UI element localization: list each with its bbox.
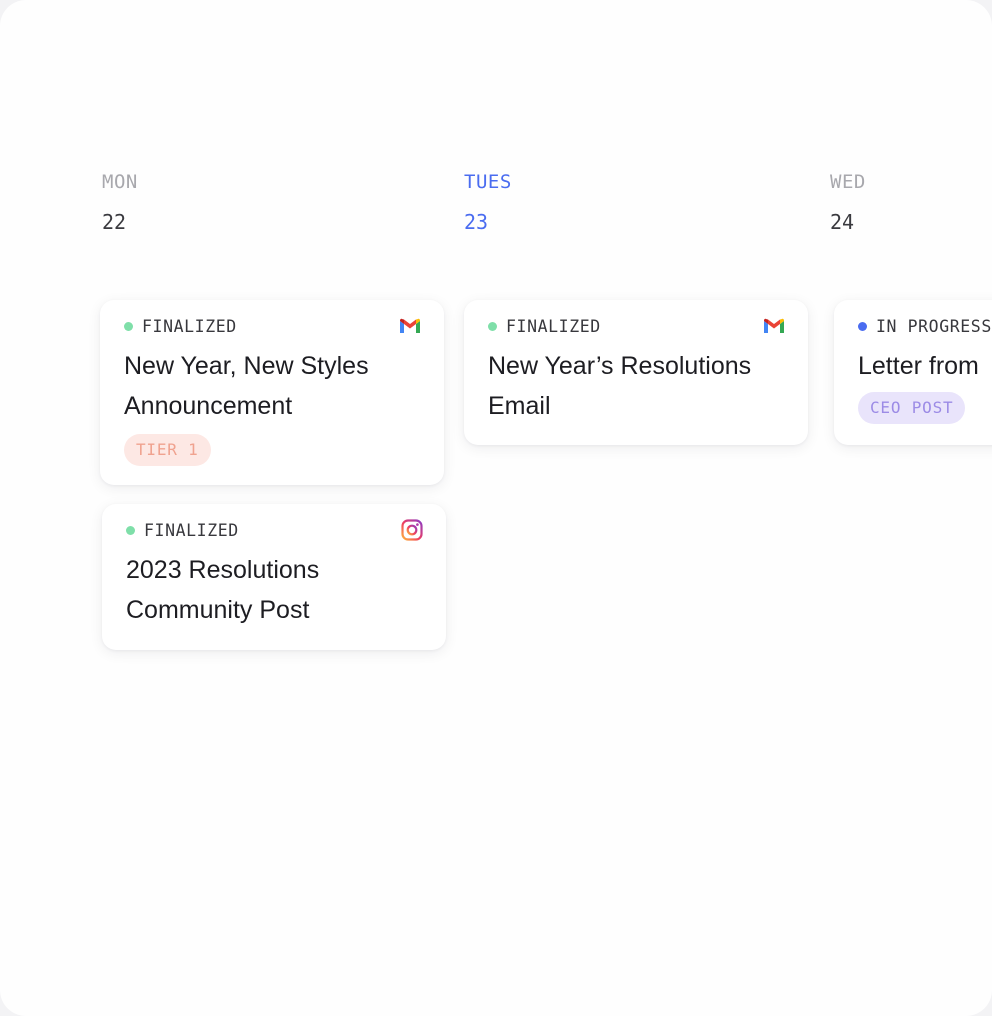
status-dot xyxy=(126,525,135,535)
card-status-row: FINALIZED xyxy=(124,316,420,336)
status-label: FINALIZED xyxy=(144,520,239,540)
card-title-line: Email xyxy=(488,392,551,420)
gmail-icon xyxy=(764,318,784,333)
gmail-icon xyxy=(400,318,420,333)
instagram-icon xyxy=(401,519,423,541)
content-card[interactable]: FINALIZED 2023 Resolutions Community Pos… xyxy=(102,504,446,650)
day-header-tues[interactable]: TUES 23 xyxy=(464,168,512,236)
card-title-line: New Year, New Styles xyxy=(124,352,369,380)
day-name: WED xyxy=(830,171,866,193)
card-title-line: 2023 Resolutions xyxy=(126,556,320,584)
day-name: TUES xyxy=(464,171,512,193)
card-title-line: New Year’s Resolutions xyxy=(488,352,752,380)
status-dot xyxy=(124,321,133,331)
status-label: IN PROGRESS xyxy=(876,316,992,336)
card-status-row: IN PROGRESS xyxy=(858,316,992,336)
day-name: MON xyxy=(102,171,138,193)
day-date: 24 xyxy=(830,210,855,234)
card-title-line: Community Post xyxy=(126,596,310,624)
status-dot xyxy=(488,321,497,331)
content-card[interactable]: FINALIZED New Year, New Styles Announcem… xyxy=(100,300,444,485)
card-status-row: FINALIZED xyxy=(126,519,423,541)
card-title-line: Letter from xyxy=(858,352,979,380)
content-card[interactable]: FINALIZED New Year’s Resolutions Email xyxy=(464,300,808,445)
day-header-wed[interactable]: WED 24 xyxy=(830,168,866,236)
card-status-row: FINALIZED xyxy=(488,316,784,336)
content-card[interactable]: IN PROGRESS Letter from CEO POST xyxy=(834,300,992,445)
status-label: FINALIZED xyxy=(506,316,601,336)
calendar-week-view: MON 22 TUES 23 WED 24 FINALIZED New Year… xyxy=(0,0,992,1016)
status-dot xyxy=(858,321,867,331)
day-date: 22 xyxy=(102,210,127,234)
card-title-line: Announcement xyxy=(124,392,293,420)
day-date: 23 xyxy=(464,210,489,234)
day-header-mon[interactable]: MON 22 xyxy=(102,168,138,236)
ceo-post-tag[interactable]: CEO POST xyxy=(858,392,966,424)
status-label: FINALIZED xyxy=(142,316,237,336)
tier-tag[interactable]: TIER 1 xyxy=(124,434,211,466)
